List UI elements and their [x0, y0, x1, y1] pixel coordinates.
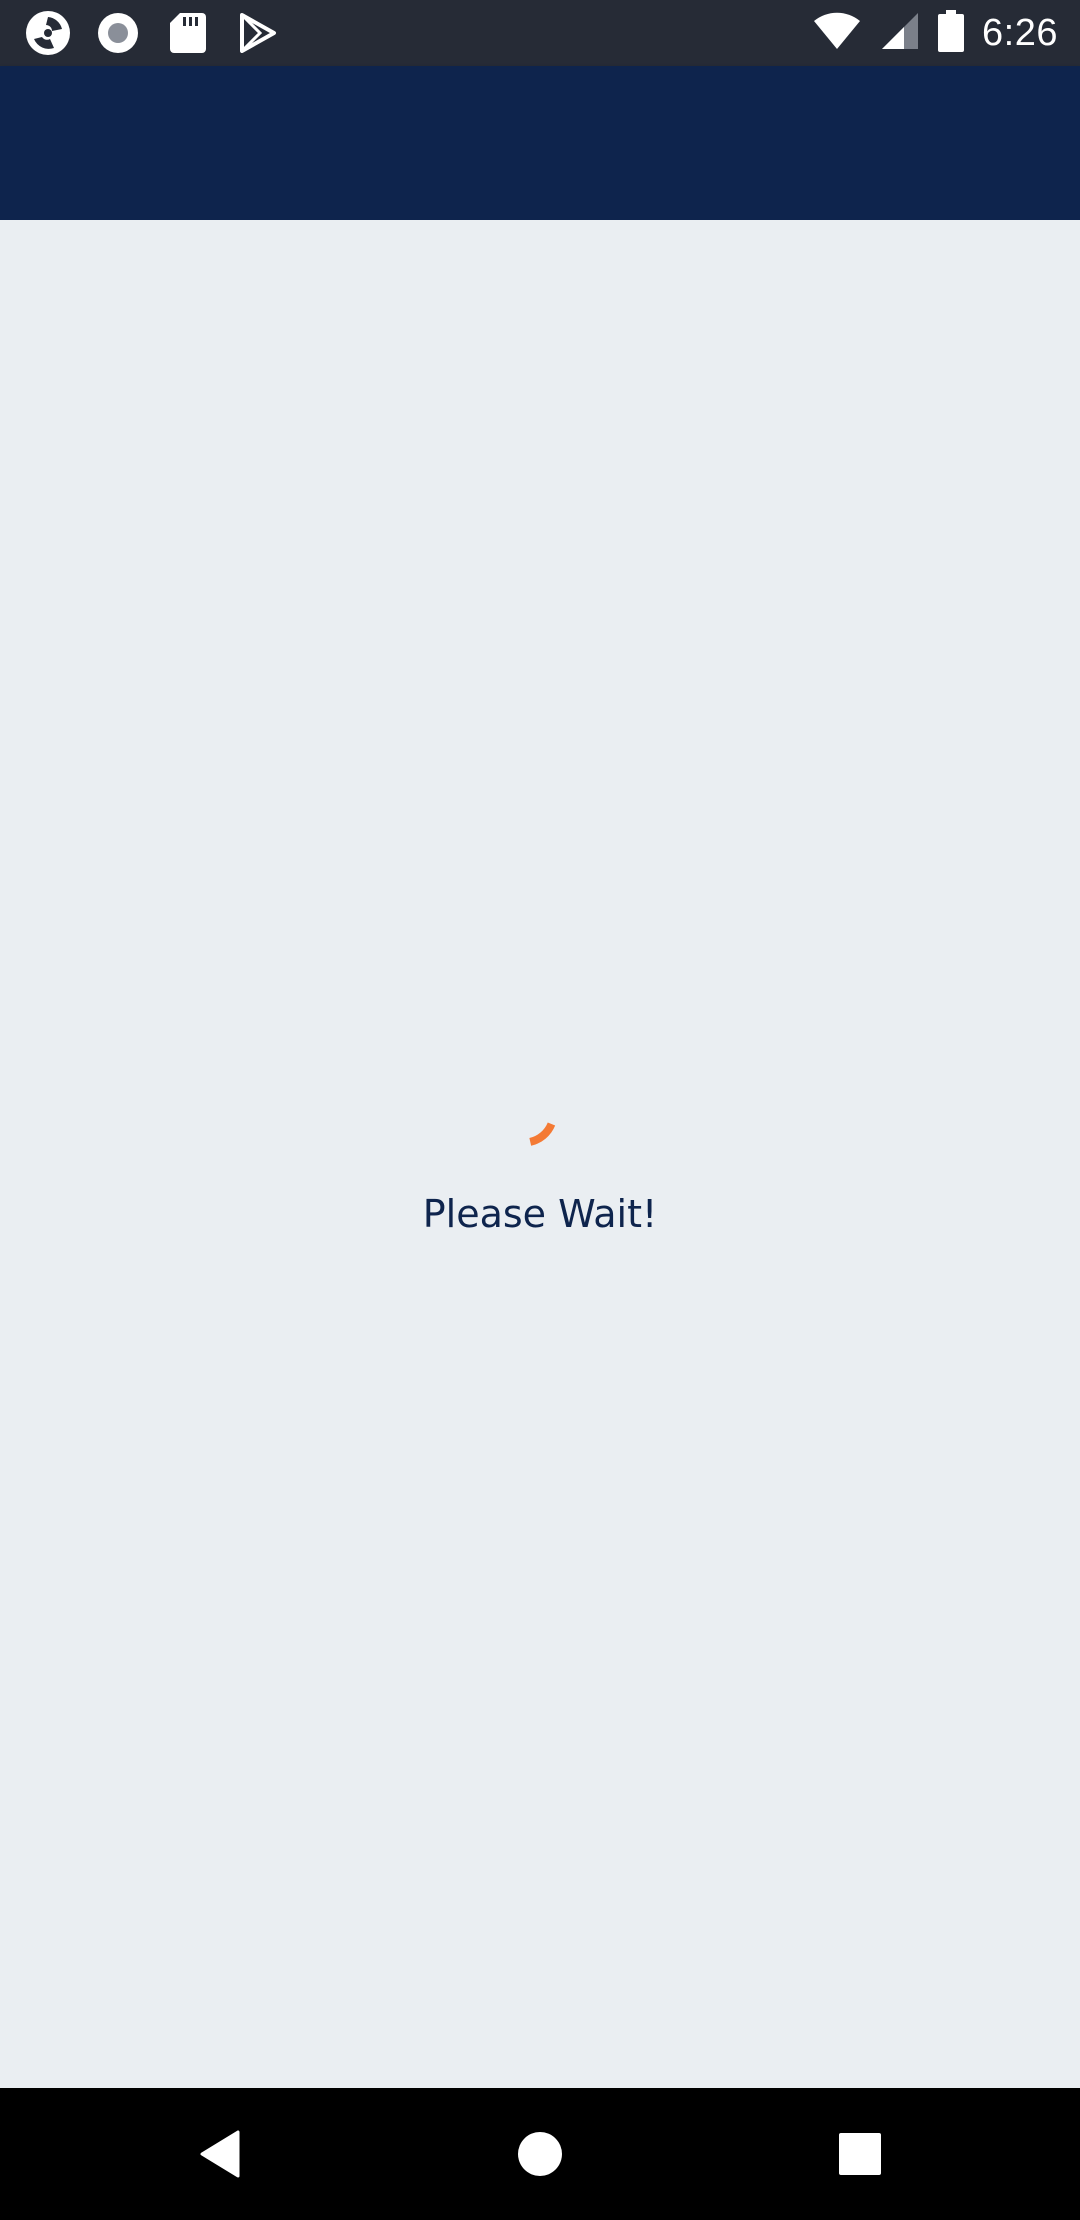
clock: 6:26 [982, 11, 1058, 54]
loading-message: Please Wait! [422, 1192, 658, 1236]
play-store-icon [234, 10, 282, 56]
system-status: 6:26 [812, 8, 1058, 58]
loading-spinner [498, 1086, 582, 1170]
app-logo-icon [24, 10, 72, 56]
home-icon [518, 2132, 562, 2176]
notification-icons [24, 10, 282, 56]
record-icon [94, 10, 142, 56]
battery-icon [938, 9, 965, 57]
home-button[interactable] [460, 2088, 620, 2220]
status-bar: 6:26 [0, 0, 1080, 66]
back-button[interactable] [140, 2088, 300, 2220]
back-icon [200, 2130, 240, 2178]
sd-card-icon [164, 10, 212, 56]
recents-icon [839, 2133, 881, 2175]
screen: 6:26 Please Wait! [0, 0, 1080, 2220]
app-bar [0, 66, 1080, 220]
navigation-bar [0, 2088, 1080, 2220]
wifi-icon [812, 11, 862, 56]
cell-signal-icon [880, 11, 920, 56]
recents-button[interactable] [780, 2088, 940, 2220]
